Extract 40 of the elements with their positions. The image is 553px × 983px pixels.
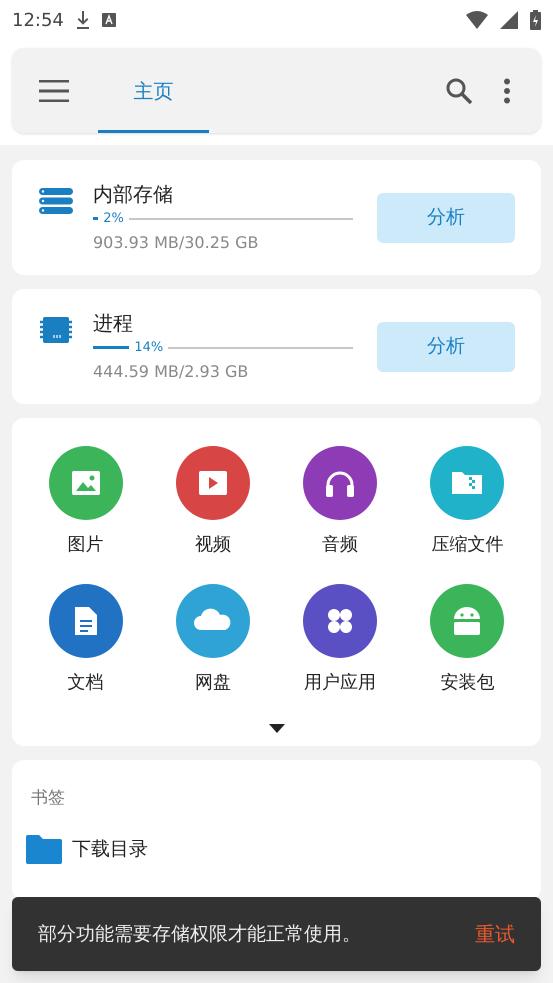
more-icon xyxy=(503,78,511,104)
percent-label: 14% xyxy=(133,338,164,357)
category-item[interactable]: 网盘 xyxy=(149,584,276,696)
document-icon xyxy=(48,584,123,658)
play-icon xyxy=(176,446,250,520)
category-item[interactable]: 图片 xyxy=(22,446,150,558)
wifi-icon xyxy=(466,11,488,29)
section-title: 书签 xyxy=(31,787,66,810)
cloud-icon xyxy=(176,584,250,658)
server-icon xyxy=(39,188,73,214)
bookmark-item[interactable]: 下载目录 xyxy=(26,830,527,870)
headphones-icon xyxy=(303,446,378,520)
card-title: 内部存储 xyxy=(93,180,174,206)
android-icon xyxy=(430,584,504,658)
caret-icon xyxy=(268,724,284,732)
home-tab[interactable]: 主页 xyxy=(98,48,209,133)
image-icon xyxy=(48,446,123,520)
percent-label: 2% xyxy=(102,210,125,228)
usage-text: 444.59 MB/2.93 GB xyxy=(93,360,250,382)
category-item[interactable]: 视频 xyxy=(149,446,276,558)
category-item[interactable]: 压缩文件 xyxy=(404,446,531,558)
folder-icon xyxy=(26,835,62,864)
notification-icon xyxy=(102,13,116,27)
grid-icon xyxy=(303,584,378,658)
chip-icon xyxy=(40,317,72,343)
zip-folder-icon xyxy=(430,446,504,520)
category-item[interactable]: 用户应用 xyxy=(276,584,404,696)
download-icon xyxy=(76,11,90,29)
snackbar-message: 部分功能需要存储权限才能正常使用。 xyxy=(38,922,362,947)
card-title: 进程 xyxy=(93,310,134,336)
status-time: 12:54 xyxy=(12,8,64,32)
category-item[interactable]: 音频 xyxy=(276,446,404,558)
category-item[interactable]: 安装包 xyxy=(404,584,531,696)
retry-button[interactable]: 重试 xyxy=(475,919,515,949)
battery-icon xyxy=(530,10,541,30)
signal-icon xyxy=(500,11,518,29)
usage-text: 903.93 MB/30.25 GB xyxy=(93,232,260,254)
menu-icon xyxy=(39,80,69,102)
search-icon xyxy=(445,76,473,104)
category-item[interactable]: 文档 xyxy=(22,584,150,696)
